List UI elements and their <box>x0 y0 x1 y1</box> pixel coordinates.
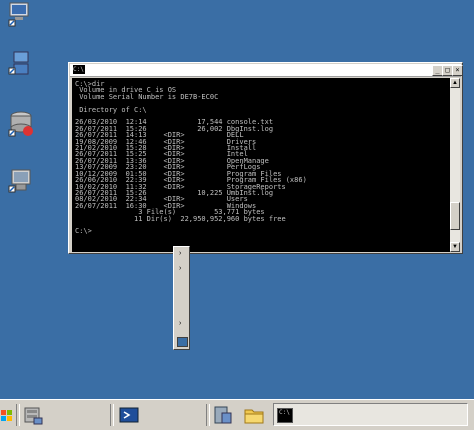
powershell-taskbar-icon[interactable] <box>118 404 140 426</box>
taskbar-console-button[interactable]: C:\ <box>273 403 468 426</box>
server-manager-taskbar-icon-2[interactable] <box>212 404 234 426</box>
explorer-folder-taskbar-icon[interactable] <box>243 404 265 426</box>
start-button[interactable] <box>0 404 14 426</box>
close-button[interactable]: × <box>452 65 463 76</box>
vertical-scrollbar[interactable]: ▲ ▼ <box>450 78 460 252</box>
scroll-up-arrow-icon[interactable]: ▲ <box>450 78 460 88</box>
toolbar-app-icon[interactable] <box>177 337 188 347</box>
taskbar-separator <box>206 404 210 426</box>
computer-shortcut-icon[interactable] <box>6 0 36 30</box>
computer-management-icon[interactable] <box>6 166 36 196</box>
console-taskbar-icon: C:\ <box>277 408 293 423</box>
taskbar: C:\ <box>0 399 474 430</box>
server-manager-taskbar-icon[interactable] <box>22 404 44 426</box>
taskbar-separator <box>110 404 114 426</box>
title-bar[interactable]: C:\ _ □ × <box>70 64 463 77</box>
console-taskbar-icon-label: C:\ <box>279 409 290 416</box>
chevron-right-icon[interactable]: › <box>179 320 181 327</box>
console-line: C:\> <box>75 227 92 236</box>
network-shortcut-icon[interactable] <box>6 50 36 80</box>
server-manager-icon[interactable] <box>6 108 36 138</box>
console-app-icon: C:\ <box>73 65 85 74</box>
floating-toolbar[interactable]: › › › <box>173 246 190 350</box>
console-output[interactable]: C:\>dir Volume in drive C is OS Volume S… <box>72 78 451 252</box>
taskbar-separator <box>16 404 20 426</box>
chevron-right-icon[interactable]: › <box>179 265 181 272</box>
command-prompt-window[interactable]: C:\ _ □ × C:\>dir Volume in drive C is O… <box>68 62 463 254</box>
scroll-thumb[interactable] <box>450 202 460 230</box>
chevron-right-icon[interactable]: › <box>179 250 181 257</box>
scroll-down-arrow-icon[interactable]: ▼ <box>450 242 460 252</box>
